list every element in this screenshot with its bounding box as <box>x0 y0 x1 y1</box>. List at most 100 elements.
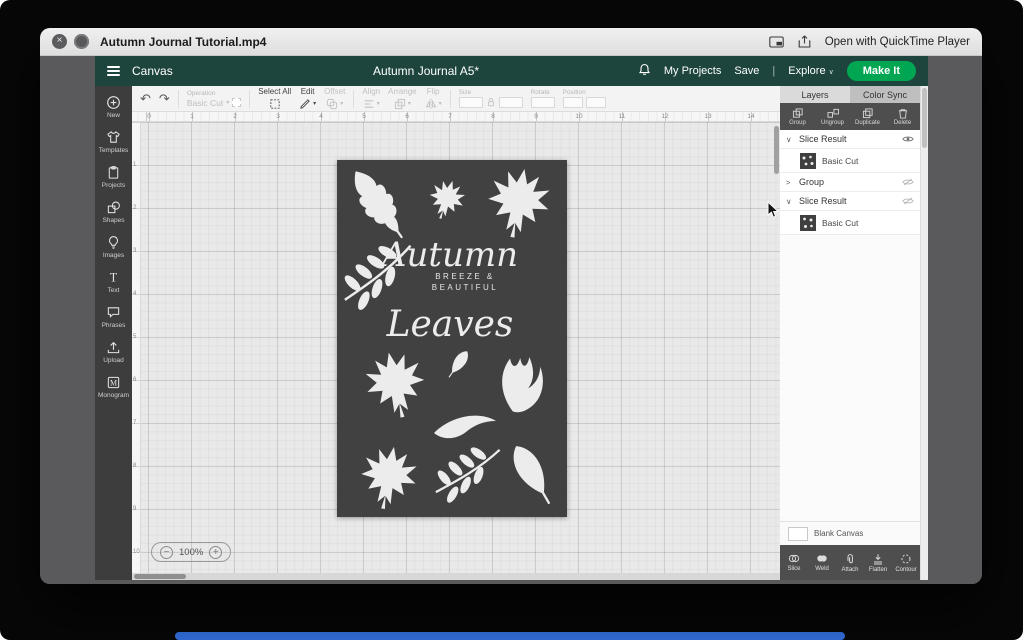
make-it-button[interactable]: Make It <box>846 61 916 81</box>
zoom-in-button[interactable]: + <box>209 545 223 559</box>
slice-icon <box>788 554 800 563</box>
nav-canvas-label[interactable]: Canvas <box>132 64 173 78</box>
speech-bubble-icon <box>107 307 120 318</box>
canvas-vertical-scrollbar[interactable] <box>774 126 779 174</box>
clipboard-icon <box>108 166 119 179</box>
align-button: Align ▾ <box>362 87 380 110</box>
operation-group: Operation Basic Cut ▾ <box>187 90 242 108</box>
attach-button[interactable]: Attach <box>836 545 864 580</box>
mouse-cursor <box>767 200 780 224</box>
select-all-icon <box>270 98 280 109</box>
caret-down-icon: ▾ <box>438 101 442 107</box>
browser-scrollbar <box>920 86 928 580</box>
header-divider: | <box>772 65 776 77</box>
design-canvas[interactable]: Autumn BREEZE & BEAUTIFUL Leaves − 100% … <box>141 122 780 580</box>
weld-icon <box>817 555 827 562</box>
layer-thumbnail <box>800 152 816 169</box>
video-frame[interactable]: Canvas Autumn Journal A5* My Projects Sa… <box>40 56 982 584</box>
close-icon[interactable]: × <box>52 34 67 49</box>
layer-row[interactable]: Basic Cut <box>780 211 920 235</box>
browser-scroll-thumb[interactable] <box>922 88 927 148</box>
chevron-down-icon[interactable]: ∨ <box>786 135 795 144</box>
app-header: Canvas Autumn Journal A5* My Projects Sa… <box>95 56 928 86</box>
weld-button[interactable]: Weld <box>808 545 836 580</box>
canvas-horizontal-scrollbar <box>132 573 780 580</box>
redo-button[interactable]: ↷ <box>159 92 170 105</box>
sidebar-item-projects[interactable]: Projects <box>95 161 132 193</box>
tab-color-sync[interactable]: Color Sync <box>850 86 920 103</box>
quicktime-window: × Autumn Journal Tutorial.mp4 Open with … <box>40 28 982 584</box>
shirt-icon <box>107 131 120 143</box>
sidebar-item-new[interactable]: New <box>95 91 132 123</box>
tab-layers[interactable]: Layers <box>780 86 850 103</box>
sidebar-item-upload[interactable]: Upload <box>95 336 132 368</box>
height-input <box>498 97 523 108</box>
paperclip-icon <box>847 553 853 563</box>
visibility-off-icon[interactable] <box>902 197 914 205</box>
contour-button[interactable]: Contour <box>892 545 920 580</box>
open-with-quicktime-button[interactable]: Open with QuickTime Player <box>825 36 970 48</box>
save-link[interactable]: Save <box>734 65 759 77</box>
titlebar: × Autumn Journal Tutorial.mp4 Open with … <box>40 28 982 56</box>
sidebar-item-shapes[interactable]: Shapes <box>95 196 132 228</box>
blank-canvas-row[interactable]: Blank Canvas <box>780 521 920 545</box>
design-text: Autumn BREEZE & BEAUTIFUL Leaves <box>379 235 518 345</box>
layers-panel: Layers Color Sync Group Ungroup Duplicat… <box>780 86 920 580</box>
contour-icon <box>901 554 911 563</box>
toolbar-divider <box>249 89 251 108</box>
screen: × Autumn Journal Tutorial.mp4 Open with … <box>0 0 1023 640</box>
horizontal-ruler: 0 1 2 3 4 5 6 7 8 9 10 11 12 13 14 <box>132 112 780 122</box>
offset-button: Offset ▾ <box>324 87 345 110</box>
svg-text:T: T <box>110 271 118 285</box>
canvas-color-swatch <box>788 526 808 541</box>
svg-text:Autumn: Autumn <box>379 235 518 275</box>
flatten-icon <box>874 553 882 564</box>
sidebar-item-phrases[interactable]: Phrases <box>95 301 132 333</box>
visibility-on-icon[interactable] <box>902 135 914 143</box>
menu-icon[interactable] <box>107 65 120 77</box>
sidebar-item-monogram[interactable]: M Monogram <box>95 371 132 403</box>
slice-button[interactable]: Slice <box>780 545 808 580</box>
layer-group-row[interactable]: > Group <box>780 173 920 192</box>
picture-in-picture-icon[interactable] <box>768 35 784 48</box>
layer-row[interactable]: Basic Cut <box>780 149 920 173</box>
layer-list: ∨ Slice Result Basic Cut > Group ∨ Slice… <box>780 130 920 545</box>
design-artboard[interactable]: Autumn BREEZE & BEAUTIFUL Leaves <box>337 160 567 517</box>
titlebar-right: Open with QuickTime Player <box>768 35 970 48</box>
visibility-off-icon[interactable] <box>902 178 914 186</box>
titlebar-left: × Autumn Journal Tutorial.mp4 <box>52 34 266 49</box>
chevron-right-icon[interactable]: > <box>786 178 795 187</box>
zoom-out-button[interactable]: − <box>160 545 173 559</box>
flatten-button[interactable]: Flatten <box>864 545 892 580</box>
layer-group-row[interactable]: ∨ Slice Result <box>780 130 920 149</box>
delete-button[interactable]: Delete <box>885 103 920 130</box>
bell-icon[interactable] <box>638 63 651 79</box>
explore-menu[interactable]: Explore ∨ <box>788 65 833 77</box>
toolbar-divider <box>353 89 355 108</box>
my-projects-link[interactable]: My Projects <box>664 65 721 77</box>
header-actions: My Projects Save | Explore ∨ Make It <box>638 61 916 81</box>
undo-button[interactable]: ↶ <box>140 92 151 105</box>
caret-down-icon: ▾ <box>407 101 411 107</box>
ungroup-icon <box>827 108 839 118</box>
upload-icon <box>107 341 120 354</box>
chevron-down-icon[interactable]: ∨ <box>786 197 795 206</box>
horizontal-scroll-thumb[interactable] <box>134 574 186 579</box>
ungroup-button[interactable]: Ungroup <box>815 103 850 130</box>
position-y-input <box>585 97 606 108</box>
pencil-icon <box>300 98 310 109</box>
zoom-level: 100% <box>179 546 204 558</box>
group-button[interactable]: Group <box>780 103 815 130</box>
edit-button[interactable]: Edit ▾ <box>299 87 316 110</box>
duplicate-button[interactable]: Duplicate <box>850 103 885 130</box>
sidebar-item-text[interactable]: T Text <box>95 266 132 298</box>
svg-text:Leaves: Leaves <box>386 304 514 345</box>
svg-text:BEAUTIFUL: BEAUTIFUL <box>432 283 499 292</box>
svg-text:BREEZE &: BREEZE & <box>435 272 495 281</box>
share-icon[interactable] <box>798 35 811 48</box>
sidebar-item-images[interactable]: Images <box>95 231 132 263</box>
layer-group-row[interactable]: ∨ Slice Result <box>780 192 920 211</box>
plus-circle-icon <box>107 96 120 109</box>
select-all-button[interactable]: Select All <box>258 87 291 110</box>
sidebar-item-templates[interactable]: Templates <box>95 126 132 158</box>
